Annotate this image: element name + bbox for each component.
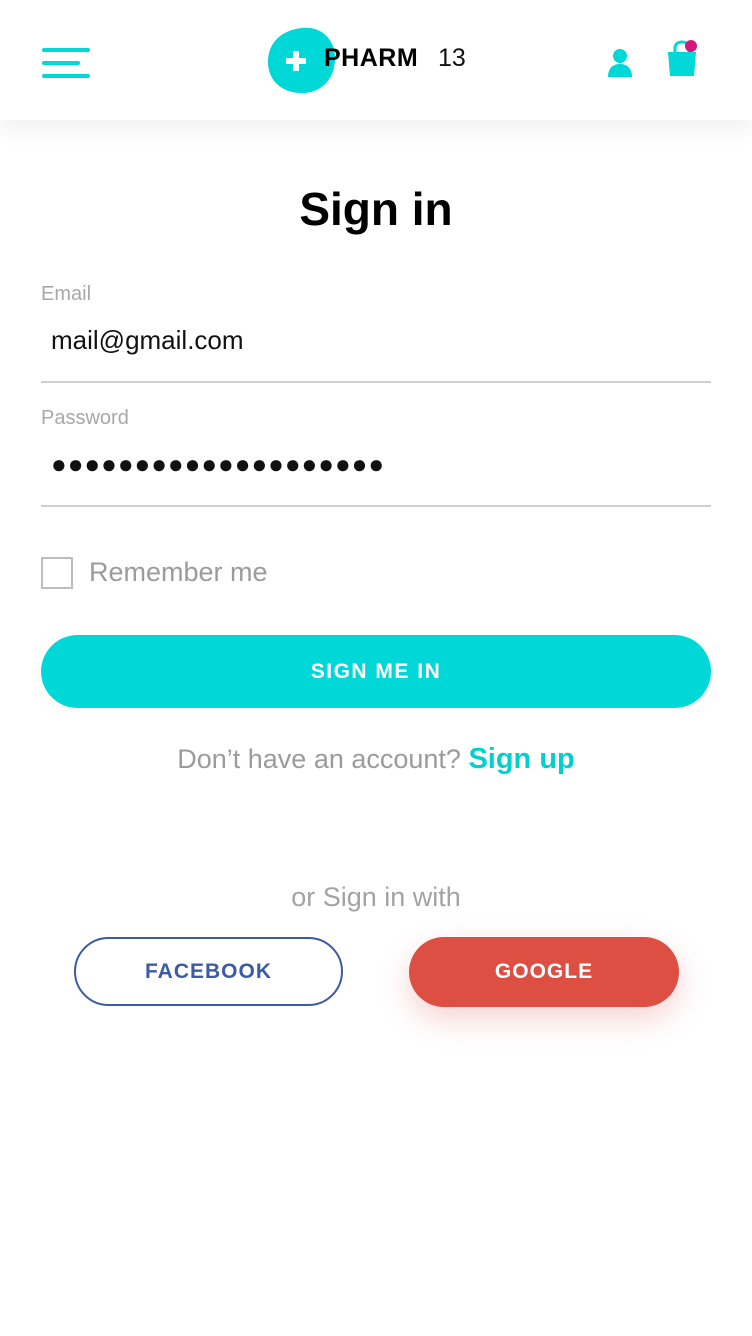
social-prompt: or Sign in with (291, 882, 461, 912)
facebook-button[interactable]: FACEBOOK (74, 937, 343, 1006)
page-title: Sign in (299, 183, 453, 235)
remember-label[interactable]: Remember me (89, 557, 268, 588)
brand-logo[interactable]: PHARM 13 (266, 26, 476, 96)
email-field[interactable] (41, 316, 711, 364)
signup-link[interactable]: Sign up (468, 743, 574, 775)
brand-name: PHARM (324, 44, 419, 72)
google-button[interactable]: GOOGLE (409, 937, 679, 1007)
email-label: Email (41, 283, 92, 305)
password-underline (41, 505, 711, 507)
user-icon[interactable] (606, 48, 634, 78)
password-label: Password (41, 407, 129, 429)
app-header: PHARM 13 (0, 0, 752, 120)
signup-prompt-text: Don’t have an account? (177, 744, 469, 774)
brand-number: 13 (438, 44, 466, 72)
hamburger-icon[interactable] (42, 48, 90, 80)
password-field[interactable]: ●●●●●●●●●●●●●●●●●●●● (41, 440, 711, 488)
email-underline (41, 381, 711, 383)
sign-in-button[interactable]: SIGN ME IN (41, 635, 711, 708)
cart-badge (685, 40, 697, 52)
signup-prompt: Don’t have an account? Sign up (0, 743, 752, 776)
remember-checkbox[interactable] (41, 557, 73, 589)
